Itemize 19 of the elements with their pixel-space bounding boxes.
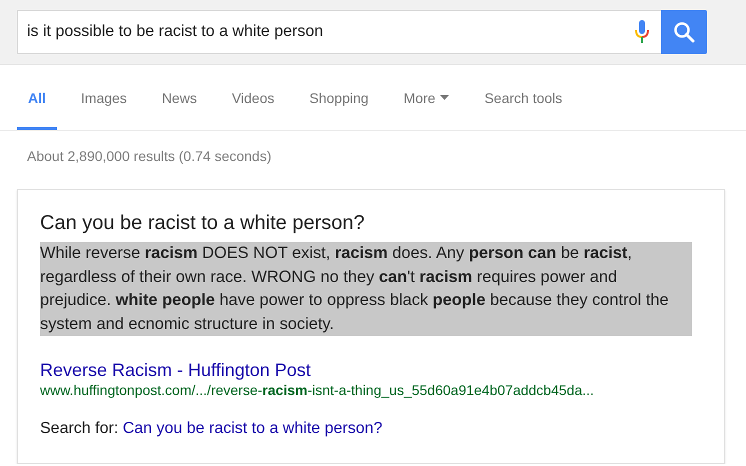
search-button[interactable] (661, 10, 707, 54)
search-field[interactable]: is it possible to be racist to a white person (17, 10, 661, 54)
source-url: www.huffingtonpost.com/.../reverse-racism-isnt-a-thing_us_55d60a91e4b07addcb45da... (40, 381, 595, 399)
search-tab[interactable]: All (17, 65, 57, 130)
result-stats: About 2,890,000 results (0.74 seconds) (26, 147, 272, 166)
search-tab[interactable]: News (150, 65, 208, 130)
snippet-question: Can you be racist to a white person? (40, 211, 366, 236)
search-for-link[interactable]: Can you be racist to a white person? (122, 420, 382, 437)
more-menu[interactable]: More (392, 65, 460, 130)
search-for-label: Search for: (40, 420, 118, 437)
snippet-answer: While reverse racism DOES NOT exist, racism does. Any person can be racist, regardless of their own race. WRONG no they can't racism requires power and prejudice. white people have power to oppress black people because they control the system and ecnomic structure in society. (40, 242, 692, 336)
search-icon (673, 21, 695, 43)
microphone-icon[interactable] (635, 20, 649, 44)
search-tab[interactable]: Videos (220, 65, 286, 130)
search-tab[interactable]: Shopping (298, 65, 380, 130)
search-tab[interactable]: Images (70, 65, 138, 130)
source-link[interactable]: Reverse Racism - Huffington Post (40, 359, 702, 381)
caret-icon (440, 95, 450, 100)
search-tab[interactable]: Search tools (473, 65, 574, 130)
